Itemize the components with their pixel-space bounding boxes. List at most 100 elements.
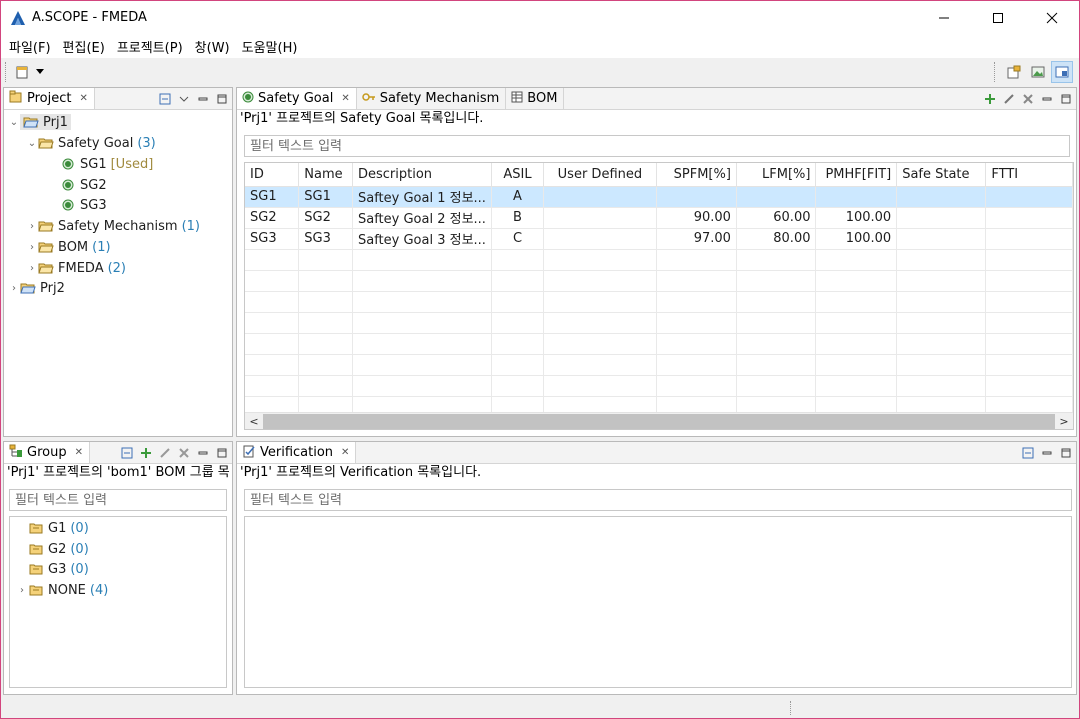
menu-file[interactable]: 파일(F) <box>3 37 57 56</box>
toolbar-grip[interactable] <box>5 62 8 82</box>
add-icon[interactable] <box>139 447 152 460</box>
cell-user-defined[interactable] <box>543 228 657 250</box>
cell-ftti[interactable] <box>985 207 1073 229</box>
tree-item-sg3[interactable]: SG3 <box>60 195 107 215</box>
table-row[interactable]: SG1 SG1 Saftey Goal 1 정보... A <box>245 186 1073 208</box>
column-header-spfm[interactable]: SPFM[%] <box>656 163 737 187</box>
cell-pmhf[interactable]: 100.00 <box>815 228 898 250</box>
delete-icon[interactable] <box>177 447 190 460</box>
table-row[interactable]: SG2 SG2 Saftey Goal 2 정보... B 90.00 60.00 100.… <box>245 207 1073 229</box>
filter-text-input[interactable] <box>250 490 1071 510</box>
cell-pmhf[interactable] <box>815 186 898 208</box>
cell-safe-state[interactable] <box>896 228 987 250</box>
collapsed-chevron-icon[interactable]: › <box>16 585 28 596</box>
cell-user-defined[interactable] <box>543 186 657 208</box>
tab-group[interactable]: Group ✕ <box>4 442 90 463</box>
cell-description[interactable]: Saftey Goal 2 정보... <box>352 207 492 229</box>
new-file-icon[interactable] <box>12 61 34 83</box>
cell-name[interactable]: SG2 <box>298 207 353 229</box>
expanded-chevron-icon[interactable]: ⌄ <box>8 117 20 128</box>
cell-description[interactable]: Saftey Goal 1 정보... <box>352 186 492 208</box>
cell-spfm[interactable]: 90.00 <box>656 207 737 229</box>
cell-ftti[interactable] <box>985 186 1073 208</box>
cell-name[interactable]: SG3 <box>298 228 353 250</box>
edit-pencil-icon[interactable] <box>158 447 171 460</box>
tree-item-g1[interactable]: G1 (0) <box>16 518 89 538</box>
collapsed-chevron-icon[interactable]: › <box>26 221 38 232</box>
delete-icon[interactable] <box>1021 93 1034 106</box>
cell-lfm[interactable]: 80.00 <box>736 228 817 250</box>
collapse-all-icon[interactable] <box>1021 447 1034 460</box>
verification-filter-input[interactable] <box>244 489 1072 511</box>
scroll-thumb[interactable] <box>263 413 1055 429</box>
menu-edit[interactable]: 편집(E) <box>57 37 111 56</box>
table-row[interactable]: SG3 SG3 Saftey Goal 3 정보... C 97.00 80.00 100.… <box>245 228 1073 250</box>
fmeda-perspective-icon[interactable] <box>1051 61 1073 83</box>
tree-item-sg1[interactable]: SG1 [Used] <box>60 154 153 174</box>
scroll-left-icon[interactable]: < <box>245 413 263 430</box>
cell-asil[interactable]: B <box>491 207 545 229</box>
tab-safety-goal[interactable]: Safety Goal ✕ <box>237 88 357 109</box>
column-header-asil[interactable]: ASIL <box>491 163 545 187</box>
collapse-all-icon[interactable] <box>120 447 133 460</box>
cell-description[interactable]: Saftey Goal 3 정보... <box>352 228 492 250</box>
column-header-description[interactable]: Description <box>352 163 492 187</box>
collapse-all-icon[interactable] <box>158 93 171 106</box>
collapsed-chevron-icon[interactable]: › <box>8 283 20 294</box>
cell-id[interactable]: SG1 <box>245 186 300 208</box>
cell-lfm[interactable] <box>736 186 817 208</box>
collapsed-chevron-icon[interactable]: › <box>26 263 38 274</box>
tree-item-g3[interactable]: G3 (0) <box>16 559 89 579</box>
group-filter-input[interactable] <box>9 489 227 511</box>
menu-project[interactable]: 프로젝트(P) <box>111 37 189 56</box>
view-menu-chevron-icon[interactable] <box>177 93 190 106</box>
tab-safety-mechanism[interactable]: Safety Mechanism <box>357 88 507 109</box>
minimize-view-icon[interactable] <box>1040 93 1053 106</box>
tree-item-safety-mechanism[interactable]: › Safety Mechanism (1) <box>26 216 200 236</box>
close-icon[interactable]: ✕ <box>341 93 349 104</box>
cell-ftti[interactable] <box>985 228 1073 250</box>
horizontal-scrollbar[interactable]: < > <box>245 412 1073 429</box>
menu-window[interactable]: 창(W) <box>189 37 236 56</box>
cell-pmhf[interactable]: 100.00 <box>815 207 898 229</box>
cell-safe-state[interactable] <box>896 186 987 208</box>
filter-text-input[interactable] <box>250 136 1069 156</box>
tree-item-sg2[interactable]: SG2 <box>60 175 107 195</box>
menu-help[interactable]: 도움말(H) <box>236 37 304 56</box>
tree-item-g2[interactable]: G2 (0) <box>16 539 89 559</box>
tree-item-none[interactable]: › NONE (4) <box>16 580 108 600</box>
cell-spfm[interactable]: 97.00 <box>656 228 737 250</box>
maximize-view-icon[interactable] <box>1059 447 1072 460</box>
safety-goal-filter-input[interactable] <box>244 135 1070 157</box>
maximize-view-icon[interactable] <box>215 447 228 460</box>
minimize-button[interactable] <box>917 1 971 34</box>
tree-item-prj2[interactable]: › Prj2 <box>8 278 65 298</box>
minimize-view-icon[interactable] <box>196 93 209 106</box>
close-button[interactable] <box>1025 1 1079 34</box>
open-perspective-icon[interactable] <box>1003 61 1025 83</box>
column-header-ftti[interactable]: FTTI <box>985 163 1073 187</box>
tab-bom[interactable]: BOM <box>506 88 565 109</box>
tree-item-safety-goal[interactable]: ⌄ Safety Goal (3) <box>26 133 156 153</box>
scroll-right-icon[interactable]: > <box>1055 413 1073 430</box>
cell-lfm[interactable]: 60.00 <box>736 207 817 229</box>
column-header-safe-state[interactable]: Safe State <box>896 163 987 187</box>
cell-user-defined[interactable] <box>543 207 657 229</box>
cell-safe-state[interactable] <box>896 207 987 229</box>
filter-text-input[interactable] <box>15 490 226 510</box>
minimize-view-icon[interactable] <box>196 447 209 460</box>
new-dropdown-chevron-icon[interactable] <box>34 61 46 83</box>
tree-item-bom[interactable]: › BOM (1) <box>26 237 111 257</box>
column-header-id[interactable]: ID <box>245 163 300 187</box>
tab-project[interactable]: Project ✕ <box>4 88 95 109</box>
add-icon[interactable] <box>983 93 996 106</box>
maximize-button[interactable] <box>971 1 1025 34</box>
cell-asil[interactable]: A <box>491 186 545 208</box>
cell-name[interactable]: SG1 <box>298 186 353 208</box>
close-icon[interactable]: ✕ <box>79 93 87 104</box>
status-grip[interactable] <box>790 701 793 715</box>
column-header-user-defined[interactable]: User Defined <box>543 163 657 187</box>
close-icon[interactable]: ✕ <box>341 447 349 458</box>
maximize-view-icon[interactable] <box>1059 93 1072 106</box>
column-header-pmhf[interactable]: PMHF[FIT] <box>815 163 898 187</box>
